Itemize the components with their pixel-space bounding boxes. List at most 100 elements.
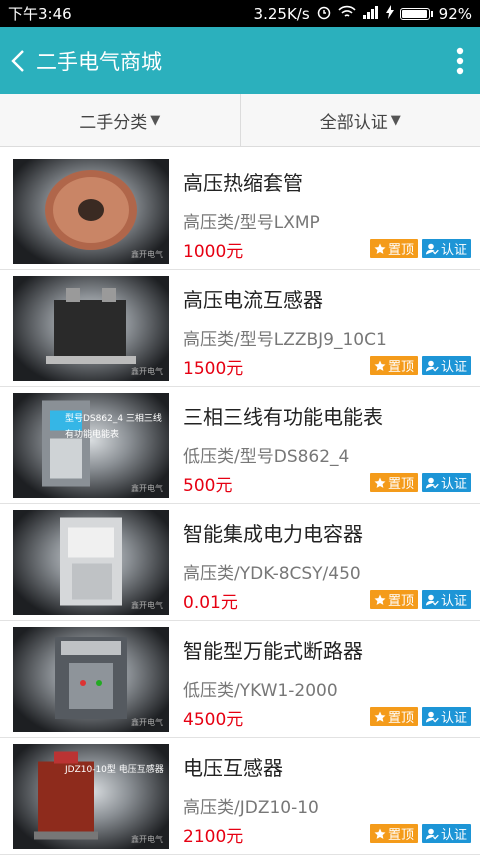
product-name: 高压电流互感器	[183, 284, 480, 313]
certified-badge: 认证	[422, 239, 471, 258]
user-check-icon	[426, 360, 439, 372]
page-title: 二手电气商城	[36, 46, 440, 76]
product-image: 型号DS862_4 三相三线有功能电能表鑫开电气	[13, 393, 169, 498]
star-icon	[374, 360, 386, 372]
certified-badge: 认证	[422, 356, 471, 375]
status-time: 下午3:46	[8, 3, 254, 24]
product-model: 高压类/JDZ10-10	[183, 793, 480, 818]
product-image: JDZ10-10型 电压互感器鑫开电气	[13, 744, 169, 849]
certified-badge: 认证	[422, 590, 471, 609]
dropdown-triangle-icon: ▼	[150, 113, 160, 128]
category-filter-label: 二手分类	[79, 108, 147, 133]
image-watermark: 鑫开电气	[131, 366, 163, 377]
pinned-badge-label: 置顶	[388, 590, 414, 609]
pinned-badge-label: 置顶	[388, 239, 414, 258]
pinned-badge-label: 置顶	[388, 824, 414, 843]
pinned-badge: 置顶	[370, 590, 418, 609]
list-item[interactable]: JDZ10-10型 电压互感器鑫开电气电压互感器高压类/JDZ10-102100…	[0, 738, 480, 855]
product-info: 高压电流互感器高压类/型号LZZBJ9_10C11500元置顶认证	[183, 276, 480, 386]
certified-badge: 认证	[422, 824, 471, 843]
product-image: 鑫开电气	[13, 276, 169, 381]
image-watermark: 鑫开电气	[131, 717, 163, 728]
status-right: 3.25K/s 92%	[254, 4, 472, 24]
list-item[interactable]: 鑫开电气智能集成电力电容器高压类/YDK-8CSY/4500.01元置顶认证	[0, 504, 480, 621]
star-icon	[374, 243, 386, 255]
dropdown-triangle-icon: ▼	[391, 113, 401, 128]
certified-badge-label: 认证	[441, 824, 467, 843]
certified-badge-label: 认证	[441, 473, 467, 492]
alarm-icon	[316, 4, 332, 24]
list-item[interactable]: 型号DS862_4 三相三线有功能电能表鑫开电气三相三线有功能电能表低压类/型号…	[0, 387, 480, 504]
product-price: 4500元	[183, 705, 243, 730]
image-watermark: 鑫开电气	[131, 834, 163, 845]
product-info: 电压互感器高压类/JDZ10-10 2100元 置顶 认证	[183, 744, 480, 854]
pinned-badge-label: 置顶	[388, 356, 414, 375]
battery-icon	[400, 8, 433, 20]
more-button[interactable]	[440, 27, 480, 94]
product-image: 鑫开电气	[13, 159, 169, 264]
product-price: 0.01元	[183, 588, 238, 613]
product-model: 低压类/型号DS862_4	[183, 442, 480, 467]
certified-badge-label: 认证	[441, 239, 467, 258]
user-check-icon	[426, 828, 439, 840]
back-button[interactable]	[0, 27, 36, 94]
badge-group: 置顶 认证	[370, 356, 471, 375]
badge-group: 置顶 认证	[370, 707, 471, 726]
certified-badge-label: 认证	[441, 590, 467, 609]
product-info: 高压热缩套管高压类/型号LXMP1000元置顶认证	[183, 159, 480, 269]
product-name: 智能型万能式断路器	[183, 635, 480, 664]
user-check-icon	[426, 711, 439, 723]
certified-badge-label: 认证	[441, 356, 467, 375]
user-check-icon	[426, 594, 439, 606]
product-model: 高压类/型号LXMP	[183, 208, 480, 233]
chevron-left-icon	[11, 49, 25, 73]
pinned-badge: 置顶	[370, 239, 418, 258]
status-bar: 下午3:46 3.25K/s 92%	[0, 0, 480, 27]
app-bar: 二手电气商城	[0, 27, 480, 94]
star-icon	[374, 594, 386, 606]
badge-group: 置顶 认证	[370, 590, 471, 609]
product-info: 智能集成电力电容器高压类/YDK-8CSY/4500.01元置顶认证	[183, 510, 480, 620]
product-image: 鑫开电气	[13, 510, 169, 615]
list-item[interactable]: 鑫开电气智能型万能式断路器低压类/YKW1-20004500元置顶认证	[0, 621, 480, 738]
product-info: 三相三线有功能电能表低压类/型号DS862_4 500元 置顶 认证	[183, 393, 480, 503]
certified-badge-label: 认证	[441, 707, 467, 726]
more-vert-icon	[456, 47, 464, 75]
image-watermark: 鑫开电气	[131, 600, 163, 611]
user-check-icon	[426, 477, 439, 489]
star-icon	[374, 477, 386, 489]
product-model: 高压类/YDK-8CSY/450	[183, 559, 480, 584]
network-speed: 3.25K/s	[254, 5, 310, 23]
product-image-caption: JDZ10-10型 电压互感器	[65, 762, 164, 778]
pinned-badge: 置顶	[370, 473, 418, 492]
product-name: 三相三线有功能电能表	[183, 401, 480, 430]
star-icon	[374, 711, 386, 723]
pinned-badge-label: 置顶	[388, 473, 414, 492]
product-image-caption: 型号DS862_4 三相三线有功能电能表	[65, 411, 169, 443]
product-name: 电压互感器	[183, 752, 480, 781]
pinned-badge-label: 置顶	[388, 707, 414, 726]
wifi-icon	[338, 5, 356, 23]
pinned-badge: 置顶	[370, 356, 418, 375]
image-watermark: 鑫开电气	[131, 483, 163, 494]
product-list: 鑫开电气高压热缩套管高压类/型号LXMP1000元置顶认证鑫开电气高压电流互感器…	[0, 147, 480, 855]
badge-group: 置顶 认证	[370, 473, 471, 492]
product-image: 鑫开电气	[13, 627, 169, 732]
badge-group: 置顶 认证	[370, 239, 471, 258]
pinned-badge: 置顶	[370, 707, 418, 726]
product-price: 500元	[183, 471, 232, 496]
star-icon	[374, 828, 386, 840]
certification-filter[interactable]: 全部认证 ▼	[240, 94, 480, 146]
product-price: 2100元	[183, 822, 243, 847]
filter-bar: 二手分类 ▼ 全部认证 ▼	[0, 94, 480, 147]
certified-badge: 认证	[422, 473, 471, 492]
certified-badge: 认证	[422, 707, 471, 726]
user-check-icon	[426, 243, 439, 255]
certification-filter-label: 全部认证	[320, 108, 388, 133]
list-item[interactable]: 鑫开电气高压热缩套管高压类/型号LXMP1000元置顶认证	[0, 153, 480, 270]
category-filter[interactable]: 二手分类 ▼	[0, 94, 240, 146]
product-info: 智能型万能式断路器低压类/YKW1-20004500元置顶认证	[183, 627, 480, 737]
badge-group: 置顶 认证	[370, 824, 471, 843]
list-item[interactable]: 鑫开电气高压电流互感器高压类/型号LZZBJ9_10C11500元置顶认证	[0, 270, 480, 387]
product-price: 1000元	[183, 237, 243, 262]
